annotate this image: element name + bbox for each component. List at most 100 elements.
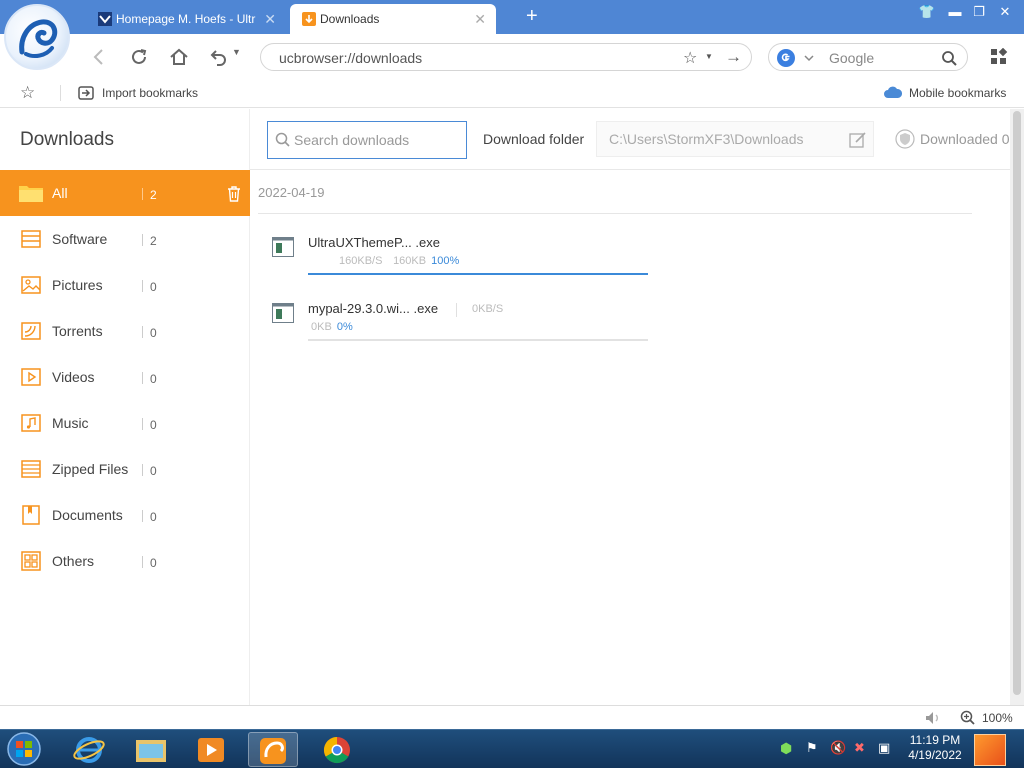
bookmark-dropdown-icon[interactable]: ▼: [705, 52, 713, 61]
download-item[interactable]: mypal-29.3.0.wi... .exe 0KB/S 0KB 0%: [270, 301, 650, 353]
tab-homepage[interactable]: Homepage M. Hoefs - Ultr ✕: [86, 4, 286, 34]
start-orb-icon[interactable]: [4, 731, 44, 767]
category-separator: [142, 464, 143, 476]
media-player-icon[interactable]: [186, 732, 236, 767]
download-file-name[interactable]: UltraUXThemeP... .exe: [308, 235, 440, 250]
import-icon: [78, 86, 94, 100]
torrent-icon: [21, 322, 41, 340]
tray-network-error-icon[interactable]: ✖: [854, 740, 865, 756]
category-label: Music: [52, 415, 89, 431]
download-file-name[interactable]: mypal-29.3.0.wi... .exe: [308, 301, 438, 316]
category-separator: [142, 418, 143, 430]
trash-icon[interactable]: [226, 185, 242, 203]
zip-icon: [21, 460, 41, 478]
software-icon: [21, 230, 41, 248]
download-speed: 0KB/S: [472, 303, 504, 315]
category-others[interactable]: Others 0: [0, 538, 250, 584]
date-group-label: 2022-04-19: [258, 185, 325, 200]
bookmark-star-icon[interactable]: ☆: [20, 83, 35, 103]
category-torrents[interactable]: Torrents 0: [0, 308, 250, 354]
speed-separator: [456, 303, 457, 317]
search-downloads-input[interactable]: [294, 132, 462, 148]
engine-dropdown-icon[interactable]: [803, 53, 815, 63]
tab-downloads[interactable]: Downloads ✕: [290, 4, 496, 34]
uc-browser-taskbar-button[interactable]: [248, 732, 298, 767]
internet-explorer-icon[interactable]: [64, 732, 114, 767]
search-downloads-box[interactable]: [267, 121, 467, 159]
tray-flag-icon[interactable]: ⚑: [806, 740, 818, 756]
mobile-bookmarks-button[interactable]: Mobile bookmarks: [884, 84, 1014, 102]
uc-squirrel-icon: [19, 19, 58, 58]
uc-browser-logo[interactable]: [4, 4, 70, 70]
cloud-icon: [884, 86, 902, 98]
file-explorer-icon[interactable]: [126, 732, 176, 767]
category-count: 2: [150, 234, 157, 248]
skin-shirt-icon[interactable]: 👕: [916, 4, 938, 20]
search-engine-box[interactable]: Google: [768, 43, 968, 71]
apps-grid-icon[interactable]: [990, 48, 1008, 66]
home-icon[interactable]: [168, 46, 190, 68]
vertical-scrollbar[interactable]: [1010, 109, 1024, 705]
minimize-icon[interactable]: ▬: [944, 4, 966, 19]
search-icon[interactable]: [941, 50, 958, 67]
download-folder-field[interactable]: C:\Users\StormXF3\Downloads: [596, 121, 874, 157]
category-label: Documents: [52, 507, 123, 523]
show-desktop-thumbnail[interactable]: [974, 734, 1006, 766]
scrollbar-thumb[interactable]: [1013, 111, 1021, 695]
category-label: Software: [52, 231, 108, 247]
download-progress-bar: [308, 273, 648, 275]
edit-folder-icon[interactable]: [849, 131, 867, 149]
category-zipped-files[interactable]: Zipped Files 0: [0, 446, 250, 492]
search-engine-label[interactable]: Google: [829, 50, 874, 66]
category-count: 2: [150, 188, 157, 202]
address-text[interactable]: ucbrowser://downloads: [279, 50, 422, 66]
category-videos[interactable]: Videos 0: [0, 354, 250, 400]
tab-close-icon[interactable]: ✕: [474, 12, 486, 26]
undo-close-icon[interactable]: [208, 46, 230, 68]
close-window-icon[interactable]: ✕: [994, 4, 1016, 20]
download-meta: 0KB 0%: [308, 321, 353, 333]
refresh-icon[interactable]: [128, 46, 150, 68]
star-bookmark-icon[interactable]: ☆: [683, 48, 697, 68]
chrome-icon[interactable]: [312, 732, 362, 767]
category-label: Others: [52, 553, 95, 569]
date-divider: [258, 213, 972, 214]
category-separator: [142, 556, 143, 568]
tray-action-center-icon[interactable]: ▣: [878, 740, 890, 756]
download-folder-path: C:\Users\StormXF3\Downloads: [609, 131, 804, 147]
address-bar[interactable]: ucbrowser://downloads ☆ ▼ →: [260, 43, 752, 71]
navigation-bar: ▼ ucbrowser://downloads ☆ ▼ → Google: [0, 34, 1024, 78]
bookmark-divider: [60, 85, 61, 101]
zoom-icon[interactable]: [960, 710, 976, 726]
category-pictures[interactable]: Pictures 0: [0, 262, 250, 308]
back-icon[interactable]: [88, 46, 110, 68]
download-meta: 160KB/S 160KB 100%: [308, 255, 459, 267]
restore-icon[interactable]: ❐: [968, 4, 990, 20]
status-bar: 100%: [0, 705, 1024, 729]
category-all[interactable]: All 2: [0, 170, 250, 216]
download-item[interactable]: UltraUXThemeP... .exe 160KB/S 160KB 100%: [270, 235, 650, 287]
bookmark-bar: ☆ Import bookmarks Mobile bookmarks: [0, 78, 1024, 108]
tray-network-icon[interactable]: ⬢: [780, 740, 792, 757]
video-icon: [21, 368, 41, 386]
category-music[interactable]: Music 0: [0, 400, 250, 446]
download-percent: 0%: [336, 321, 353, 333]
category-label: Videos: [52, 369, 95, 385]
category-separator: [142, 510, 143, 522]
undo-dropdown-icon[interactable]: ▼: [232, 47, 241, 57]
volume-icon[interactable]: [924, 710, 942, 726]
tray-volume-muted-icon[interactable]: 🔇: [830, 740, 846, 756]
zoom-level[interactable]: 100%: [982, 711, 1013, 725]
category-count: 0: [150, 510, 157, 524]
go-arrow-icon[interactable]: →: [725, 47, 742, 67]
clock-date: 4/19/2022: [908, 748, 962, 762]
category-count: 0: [150, 464, 157, 478]
category-software[interactable]: Software 2: [0, 216, 250, 262]
folder-icon: [19, 186, 43, 202]
category-label: Pictures: [52, 277, 103, 293]
category-separator: [142, 188, 143, 200]
new-tab-plus-icon[interactable]: +: [526, 6, 538, 26]
tab-close-icon[interactable]: ✕: [264, 12, 276, 26]
category-documents[interactable]: Documents 0: [0, 492, 250, 538]
taskbar-clock[interactable]: 11:19 PM 4/19/2022: [902, 733, 968, 763]
